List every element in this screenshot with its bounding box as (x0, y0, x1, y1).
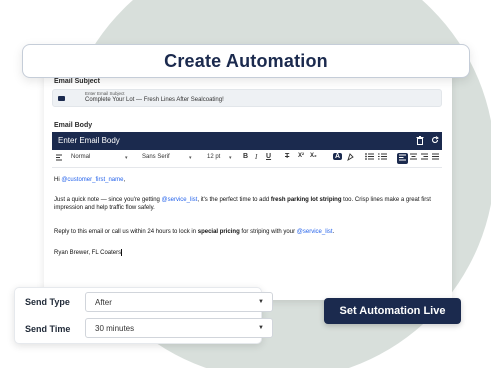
page-title: Create Automation (164, 50, 328, 71)
align-left-icon (56, 154, 62, 163)
editor-header: Enter Email Body (52, 132, 442, 150)
superscript-button[interactable]: X² (298, 153, 304, 159)
align-justify-button[interactable] (432, 153, 439, 162)
signature-text: Ryan Brewer, FL Coaters (54, 250, 122, 257)
email-subject-field[interactable]: Enter Email Subject Complete Your Lot — … (52, 89, 442, 107)
para1-bold: fresh parking lot striping (270, 197, 342, 203)
numbered-list-icon[interactable] (378, 153, 387, 162)
para1-text-a: Just a quick note — since you're getting (54, 197, 162, 203)
mention-service-list[interactable]: @service_list (162, 197, 198, 203)
chevron-down-icon[interactable]: ▾ (229, 155, 232, 161)
mention-customer-first-name[interactable]: @customer_first_name (61, 177, 123, 183)
chevron-down-icon[interactable]: ▾ (125, 155, 128, 161)
align-center-button[interactable] (410, 153, 417, 162)
subscript-button[interactable]: X₂ (310, 153, 317, 159)
editor-title: Enter Email Body (58, 136, 120, 145)
envelope-icon (58, 96, 65, 101)
bold-button[interactable]: B (243, 153, 248, 160)
highlight-icon[interactable] (347, 153, 354, 163)
email-subject-label: Email Subject (54, 78, 100, 85)
send-type-value: After (95, 298, 112, 307)
font-select[interactable]: Sans Serif (142, 154, 170, 160)
para1-text-b: , it's the perfect time to add (197, 197, 271, 203)
chevron-down-icon[interactable]: ▾ (189, 155, 192, 161)
font-size-select[interactable]: 12 pt (207, 154, 220, 160)
underline-button[interactable]: U (266, 153, 271, 160)
email-subject-value[interactable]: Complete Your Lot — Fresh Lines After Se… (85, 97, 224, 103)
text-color-button[interactable]: A (333, 153, 343, 160)
send-type-select[interactable]: After ▼ (85, 292, 273, 312)
email-subject-placeholder: Enter Email Subject (85, 91, 125, 96)
greeting-line[interactable]: Hi @customer_first_name, (54, 176, 446, 184)
send-settings-card: Send Type After ▼ Send Time 30 minutes ▼ (14, 287, 273, 344)
caret-down-icon: ▼ (258, 299, 264, 305)
page-title-banner: Create Automation (22, 44, 470, 78)
set-automation-live-button[interactable]: Set Automation Live (324, 298, 461, 324)
send-type-label: Send Type (25, 297, 70, 307)
align-left-button[interactable] (397, 153, 408, 164)
refresh-icon[interactable] (430, 136, 439, 145)
para2-text-a: Reply to this email or call us within 24… (54, 229, 198, 235)
para2-bold: special pricing (197, 229, 240, 235)
paragraph-1[interactable]: Just a quick note — since you're getting… (54, 196, 446, 212)
send-time-label: Send Time (25, 324, 71, 334)
formatting-toolbar: Normal ▾ Sans Serif ▾ 12 pt ▾ B I U T X²… (52, 150, 442, 168)
caret-down-icon: ▼ (258, 325, 264, 331)
para2-text-b: for striping with your (239, 229, 297, 235)
send-time-value: 30 minutes (95, 324, 135, 333)
email-editor-card: Email Subject Enter Email Subject Comple… (44, 72, 452, 300)
mention-service-list[interactable]: @service_list (297, 229, 333, 235)
align-right-button[interactable] (421, 153, 428, 162)
signature-line[interactable]: Ryan Brewer, FL Coaters (54, 249, 446, 257)
email-body-label: Email Body (54, 122, 93, 129)
trash-icon[interactable] (415, 136, 424, 145)
bullet-list-icon[interactable] (365, 153, 374, 162)
italic-button[interactable]: I (255, 153, 257, 161)
paragraph-2[interactable]: Reply to this email or call us within 24… (54, 228, 446, 236)
send-time-select[interactable]: 30 minutes ▼ (85, 318, 273, 338)
style-select[interactable]: Normal (71, 154, 90, 160)
strikethrough-button[interactable]: T (285, 153, 289, 160)
text-cursor (121, 249, 123, 256)
greeting-suffix: , (123, 177, 126, 183)
para2-text-c: . (332, 229, 335, 235)
